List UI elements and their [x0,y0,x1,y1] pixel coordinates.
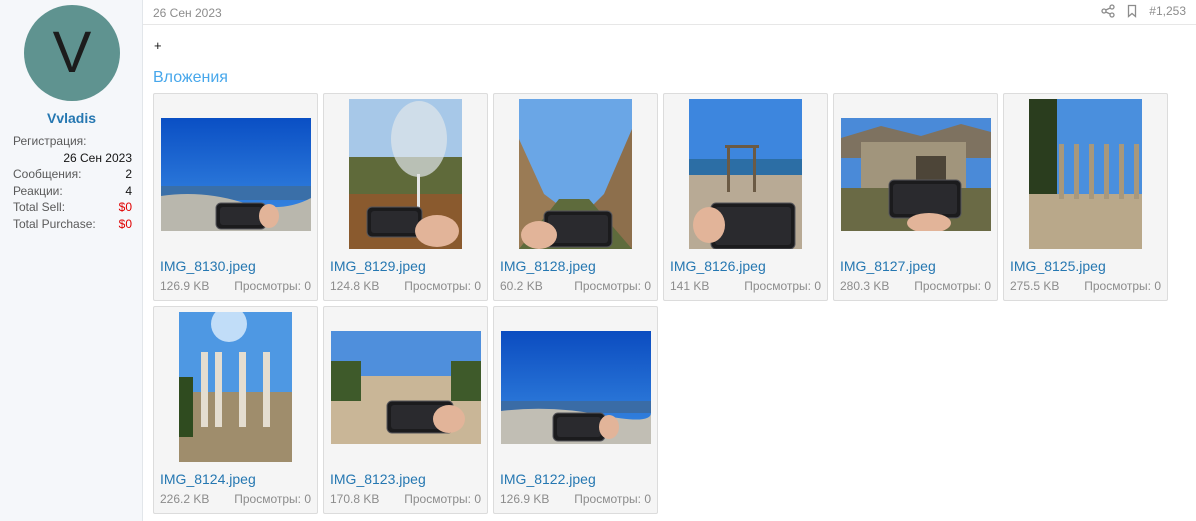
attachment-thumbnail[interactable] [1005,95,1166,253]
user-panel: V Vvladis Регистрация: 26 Сен 2023 Сообщ… [0,0,143,521]
attachment-views: Просмотры: 0 [744,279,821,293]
attachment-filename[interactable]: IMG_8122.jpeg [500,471,596,487]
photo-preview[interactable] [519,99,632,249]
post-number[interactable]: #1,253 [1149,4,1186,18]
attachment-filename[interactable]: IMG_8129.jpeg [330,258,426,274]
attachment-views: Просмотры: 0 [914,279,991,293]
attachment-thumbnail[interactable] [155,95,316,253]
username-link[interactable]: Vvladis [0,110,143,126]
attachment-thumbnail[interactable] [325,308,486,466]
attachment-size: 126.9 KB [500,492,550,506]
attachment-thumbnail[interactable] [155,308,316,466]
photo-preview[interactable] [160,117,311,231]
attachment-size: 124.8 KB [330,279,380,293]
attachment-size: 275.5 KB [1010,279,1060,293]
attachment-thumbnail[interactable] [835,95,996,253]
attachment-item[interactable]: IMG_8129.jpeg 124.8 KB Просмотры: 0 [323,93,488,301]
attachment-filename[interactable]: IMG_8130.jpeg [160,258,256,274]
attachments-heading: Вложения [153,69,228,86]
attachment-size: 126.9 KB [160,279,210,293]
photo-preview[interactable] [689,99,802,249]
photo-preview[interactable] [330,330,481,444]
total-purchase-value: $0 [118,216,132,231]
attachment-filename[interactable]: IMG_8125.jpeg [1010,258,1106,274]
attachment-views: Просмотры: 0 [234,492,311,506]
attachment-item[interactable]: IMG_8124.jpeg 226.2 KB Просмотры: 0 [153,306,318,514]
attachment-filename[interactable]: IMG_8124.jpeg [160,471,256,487]
total-purchase-label: Total Purchase: [13,216,96,231]
messages-value: 2 [125,167,132,182]
attachment-item[interactable]: IMG_8125.jpeg 275.5 KB Просмотры: 0 [1003,93,1168,301]
share-icon[interactable] [1101,4,1115,18]
user-stats: Регистрация: 26 Сен 2023 Сообщения: 2 Реа… [13,133,132,233]
attachment-views: Просмотры: 0 [574,279,651,293]
attachment-size: 280.3 KB [840,279,890,293]
photo-preview[interactable] [500,330,651,444]
post-body: + [154,38,162,53]
reactions-label: Реакции: [13,183,63,198]
attachment-thumbnail[interactable] [495,308,656,466]
attachment-views: Просмотры: 0 [234,279,311,293]
reactions-value: 4 [125,183,132,198]
post-actions: #1,253 [1101,4,1186,18]
attachment-thumbnail[interactable] [665,95,826,253]
bookmark-icon[interactable] [1125,4,1139,18]
photo-preview[interactable] [349,99,462,249]
attachment-thumbnail[interactable] [325,95,486,253]
attachment-thumbnail[interactable] [495,95,656,253]
avatar[interactable]: V [24,5,120,101]
messages-label: Сообщения: [13,167,82,182]
post-header: 26 Сен 2023 #1,253 [143,0,1196,25]
attachment-views: Просмотры: 0 [574,492,651,506]
attachment-size: 60.2 KB [500,279,543,293]
photo-preview[interactable] [840,117,991,231]
attachment-views: Просмотры: 0 [1084,279,1161,293]
post-date[interactable]: 26 Сен 2023 [153,6,222,20]
total-sell-label: Total Sell: [13,200,66,215]
photo-preview[interactable] [1029,99,1142,249]
attachment-views: Просмотры: 0 [404,492,481,506]
total-sell-value: $0 [118,200,132,215]
attachment-filename[interactable]: IMG_8123.jpeg [330,471,426,487]
attachment-item[interactable]: IMG_8123.jpeg 170.8 KB Просмотры: 0 [323,306,488,514]
attachment-item[interactable]: IMG_8127.jpeg 280.3 KB Просмотры: 0 [833,93,998,301]
attachment-size: 226.2 KB [160,492,210,506]
attachment-item[interactable]: IMG_8130.jpeg 126.9 KB Просмотры: 0 [153,93,318,301]
attachment-item[interactable]: IMG_8122.jpeg 126.9 KB Просмотры: 0 [493,306,658,514]
registration-date: 26 Сен 2023 [63,150,132,165]
attachment-filename[interactable]: IMG_8126.jpeg [670,258,766,274]
attachment-views: Просмотры: 0 [404,279,481,293]
attachment-size: 170.8 KB [330,492,380,506]
attachment-filename[interactable]: IMG_8128.jpeg [500,258,596,274]
registration-label: Регистрация: [13,134,87,148]
attachment-size: 141 KB [670,279,710,293]
attachment-item[interactable]: IMG_8128.jpeg 60.2 KB Просмотры: 0 [493,93,658,301]
attachment-filename[interactable]: IMG_8127.jpeg [840,258,936,274]
attachment-item[interactable]: IMG_8126.jpeg 141 KB Просмотры: 0 [663,93,828,301]
photo-preview[interactable] [179,312,292,462]
